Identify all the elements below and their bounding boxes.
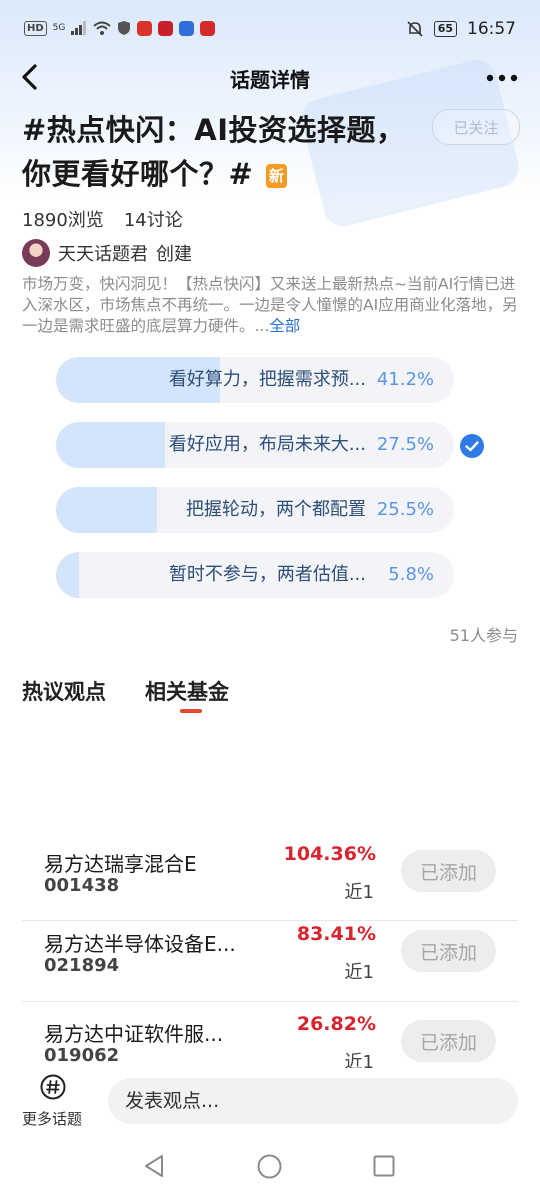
fund-row[interactable]: 易方达半导体设备E... 021894 83.41% 近1 已添加 [22, 922, 518, 1002]
signal-icon [71, 21, 87, 35]
fund-return: 26.82% [296, 1013, 376, 1035]
fund-code: 019062 [44, 1045, 120, 1066]
topic-title: #热点快闪：AI投资选择题，你更看好哪个？# 新 [22, 108, 422, 196]
poll-option-label: 把握轮动，两个都配置 [186, 499, 366, 520]
follow-button[interactable]: 已关注 [432, 109, 520, 145]
app-notification-icon [200, 20, 216, 36]
expand-description-link[interactable]: 全部 [269, 317, 300, 335]
battery-icon: 65 [433, 21, 457, 37]
topic-description: 市场万变，快闪洞见！【热点快闪】又来送上最新热点~当前AI行情已进入深水区，市场… [22, 274, 518, 337]
discussion-count: 14讨论 [123, 210, 183, 231]
clock: 16:57 [467, 19, 516, 39]
poll-option-percent: 25.5% [376, 499, 434, 520]
fund-code: 021894 [44, 955, 120, 976]
views-count: 1890浏览 [22, 210, 104, 231]
fund-return: 83.41% [296, 923, 376, 945]
nav-recents-icon[interactable] [373, 1155, 395, 1177]
poll-option[interactable]: 看好算力，把握需求预... 41.2% [56, 357, 454, 403]
fund-row[interactable]: 易方达中证软件服... 019062 26.82% 近1 已添加 [22, 1012, 518, 1068]
system-nav-bar [0, 1134, 540, 1194]
poll-option[interactable]: 看好应用，布局未来大... 27.5% [56, 422, 454, 468]
nav-home-icon[interactable] [257, 1154, 282, 1179]
divider [22, 1001, 518, 1002]
poll-option-percent: 41.2% [376, 369, 434, 390]
tab-hot-views[interactable]: 热议观点 [22, 676, 106, 706]
fund-return: 104.36% [283, 843, 376, 865]
fund-period: 近1 [344, 882, 374, 903]
wifi-icon [93, 21, 112, 35]
creator-suffix: 创建 [156, 244, 192, 265]
app-notification-icon [158, 20, 174, 36]
tab-active-indicator [180, 709, 202, 713]
poll-option[interactable]: 把握轮动，两个都配置 25.5% [56, 487, 454, 533]
fund-name: 易方达瑞享混合E [44, 852, 197, 876]
fund-period: 近1 [344, 962, 374, 983]
shield-icon [118, 21, 131, 35]
fund-period: 近1 [344, 1052, 374, 1068]
status-right: 65 16:57 [406, 19, 516, 39]
poll-option[interactable]: 暂时不参与，两者估值... 5.8% [56, 552, 454, 598]
poll-option-label: 暂时不参与，两者估值... [168, 564, 366, 585]
app-notification-icon [137, 20, 153, 36]
topic-title-text: #热点快闪：AI投资选择题，你更看好哪个？# [22, 113, 406, 191]
network-label: 5G [52, 23, 66, 33]
fund-name: 易方达中证软件服... [44, 1022, 224, 1046]
poll-option-percent: 27.5% [376, 434, 434, 455]
poll-option-label: 看好算力，把握需求预... [168, 369, 366, 390]
app-notification-icon [179, 20, 195, 36]
comment-input[interactable]: 发表观点... [108, 1078, 518, 1124]
creator-name[interactable]: 天天话题君 [58, 240, 148, 266]
fund-added-button[interactable]: 已添加 [401, 850, 496, 892]
new-badge: 新 [265, 164, 288, 188]
creator-avatar[interactable] [22, 239, 50, 267]
selected-check-icon [460, 434, 484, 458]
fund-code: 001438 [44, 875, 120, 896]
fund-added-button[interactable]: 已添加 [401, 1020, 496, 1062]
creator-row[interactable]: 天天话题君 创建 [22, 239, 192, 267]
divider [22, 920, 518, 921]
topic-stats: 1890浏览 14讨论 [22, 206, 183, 232]
nav-back-icon[interactable] [143, 1154, 165, 1178]
page-title: 话题详情 [230, 68, 310, 92]
more-options-icon[interactable] [486, 66, 518, 90]
status-left: HD 5G [24, 20, 216, 36]
fund-added-button[interactable]: 已添加 [401, 930, 496, 972]
comment-placeholder: 发表观点... [125, 1090, 220, 1112]
fund-row[interactable]: 易方达瑞享混合E 001438 104.36% 近1 已添加 [22, 842, 518, 922]
participants-count: 51人参与 [449, 626, 518, 645]
more-topics-label[interactable]: 更多话题 [22, 1108, 82, 1129]
poll-option-label: 看好应用，布局未来大... [168, 434, 366, 455]
hd-indicator: HD [24, 20, 47, 36]
hashtag-icon[interactable] [40, 1074, 66, 1100]
tab-related-funds[interactable]: 相关基金 [145, 676, 229, 706]
poll-option-percent: 5.8% [388, 564, 434, 585]
status-bar: HD 5G 65 16:57 [0, 0, 540, 60]
mute-icon [407, 21, 423, 37]
fund-name: 易方达半导体设备E... [44, 932, 236, 956]
